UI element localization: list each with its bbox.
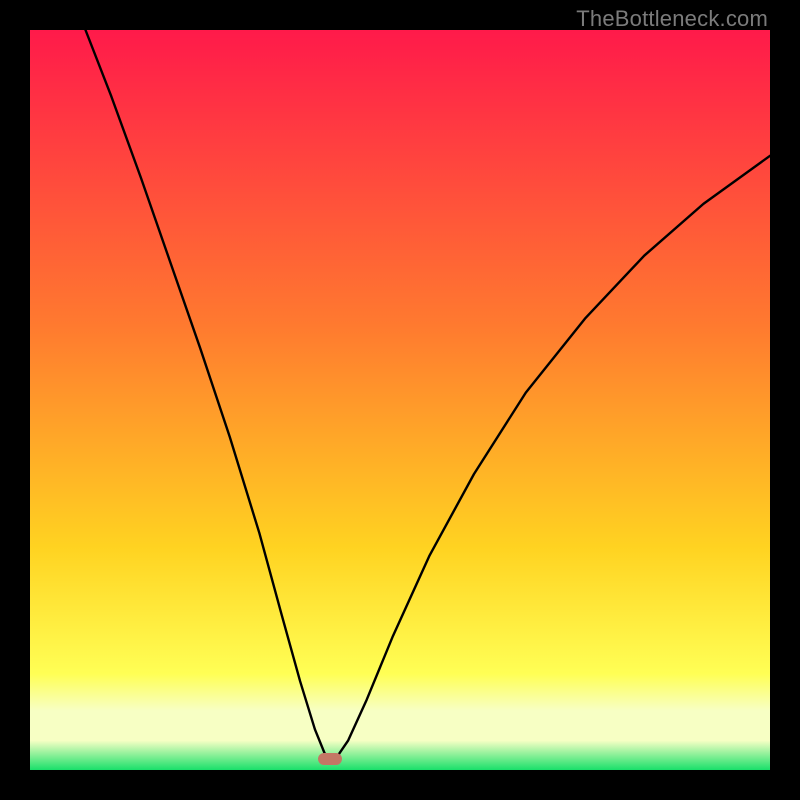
chart-frame: TheBottleneck.com xyxy=(0,0,800,800)
bottleneck-curve xyxy=(30,30,770,770)
curve-path xyxy=(86,30,771,759)
optimum-marker xyxy=(318,753,342,765)
plot-area xyxy=(30,30,770,770)
watermark-text: TheBottleneck.com xyxy=(576,6,768,32)
